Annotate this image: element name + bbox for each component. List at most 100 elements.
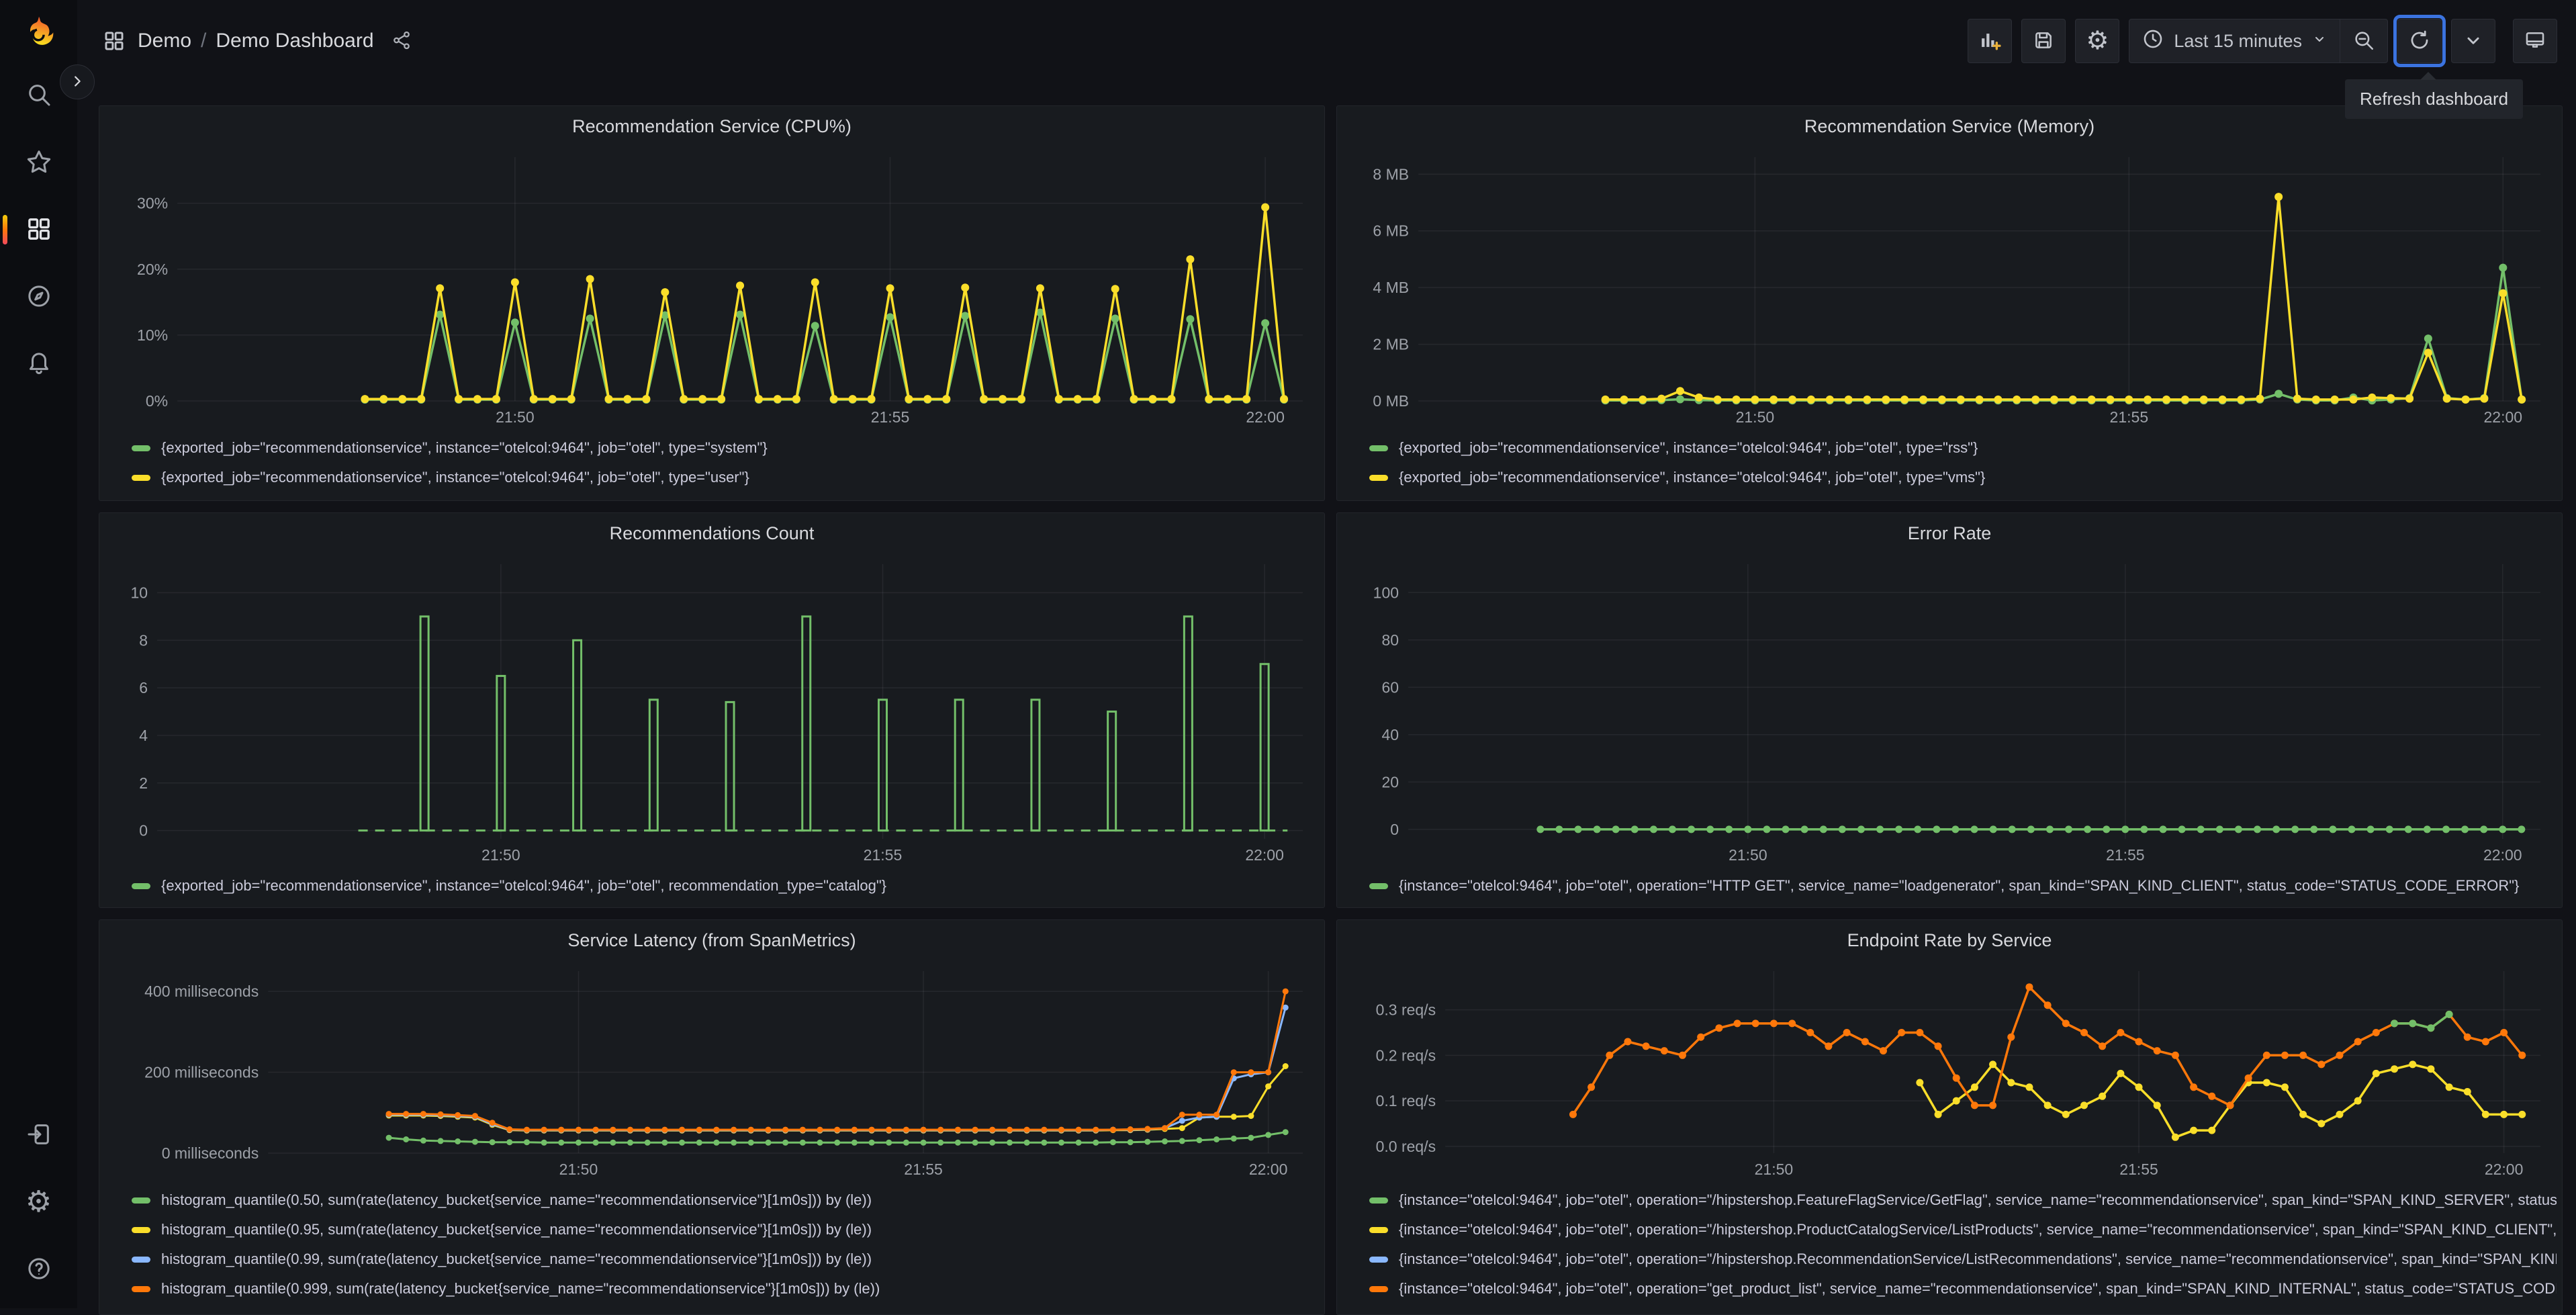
breadcrumb-page[interactable]: Demo Dashboard — [216, 30, 373, 52]
legend-swatch — [132, 445, 150, 451]
sidebar-item-configuration[interactable]: ⚙ — [17, 1181, 60, 1224]
legend-item[interactable]: {exported_job="recommendationservice", i… — [1369, 433, 2557, 463]
svg-text:21:55: 21:55 — [904, 1161, 943, 1178]
help-icon — [26, 1255, 52, 1284]
zoom-out-button[interactable] — [2340, 19, 2387, 62]
chevron-down-icon — [2462, 29, 2485, 54]
time-range-picker[interactable]: Last 15 minutes — [2129, 19, 2340, 62]
chart-area[interactable]: 21:50 21:55 22:00 0% 10% 20% 30% — [99, 145, 1324, 428]
grafana-logo[interactable] — [21, 15, 56, 50]
legend-item[interactable]: {instance="otelcol:9464", job="otel", op… — [1369, 871, 2557, 901]
legend-item[interactable]: {instance="otelcol:9464", job="otel", op… — [1369, 1215, 2557, 1244]
legend-item[interactable]: {instance="otelcol:9464", job="otel", op… — [1369, 1244, 2557, 1274]
cycle-view-mode-button[interactable] — [2513, 19, 2557, 63]
svg-text:10: 10 — [130, 584, 148, 602]
sidebar-expand-button[interactable] — [60, 64, 95, 99]
dashboard-settings-button[interactable]: ⚙ — [2075, 19, 2120, 63]
sidebar-item-search[interactable] — [17, 74, 60, 117]
chart-area[interactable]: 21:50 21:55 22:00 0 2 4 6 8 10 — [99, 552, 1324, 866]
svg-text:22:00: 22:00 — [1246, 408, 1285, 426]
svg-text:0 MB: 0 MB — [1373, 392, 1409, 410]
legend-item[interactable]: histogram_quantile(0.50, sum(rate(latenc… — [132, 1185, 1319, 1215]
sidebar-item-dashboards[interactable] — [2, 208, 60, 251]
legend-item[interactable]: histogram_quantile(0.95, sum(rate(latenc… — [132, 1215, 1319, 1244]
svg-text:22:00: 22:00 — [2483, 408, 2522, 426]
chart-area[interactable]: 21:50 21:55 22:00 0 20 40 60 80 100 — [1337, 552, 2562, 866]
chart-area[interactable]: 21:50 21:55 22:00 0 MB 2 MB 4 MB 6 MB 8 MB — [1337, 145, 2562, 428]
legend-swatch — [1369, 474, 1388, 481]
legend-item[interactable]: {exported_job="recommendationservice", i… — [132, 433, 1319, 463]
svg-text:21:50: 21:50 — [1729, 846, 1767, 864]
add-panel-icon — [1978, 29, 2001, 54]
legend-label: {instance="otelcol:9464", job="otel", op… — [1399, 1280, 2557, 1297]
save-icon — [2032, 29, 2055, 54]
legend-swatch — [1369, 1256, 1388, 1263]
svg-text:0.2 req/s: 0.2 req/s — [1376, 1046, 1436, 1064]
tooltip-text: Refresh dashboard — [2360, 89, 2509, 109]
refresh-interval-button[interactable] — [2451, 19, 2495, 63]
chart-area[interactable]: 21:50 21:55 22:00 0.0 req/s 0.1 req/s 0.2 req… — [1337, 959, 2562, 1180]
sign-in-icon — [26, 1121, 52, 1150]
breadcrumb-section[interactable]: Demo — [138, 30, 191, 52]
svg-text:21:55: 21:55 — [871, 408, 910, 426]
legend: histogram_quantile(0.50, sum(rate(latenc… — [99, 1185, 1324, 1304]
legend-swatch — [132, 1197, 150, 1204]
save-dashboard-button[interactable] — [2021, 19, 2066, 63]
legend: {exported_job="recommendationservice", i… — [99, 871, 1324, 901]
legend-label: histogram_quantile(0.50, sum(rate(latenc… — [161, 1191, 872, 1208]
add-panel-button[interactable] — [1968, 19, 2013, 63]
time-range-label: Last 15 minutes — [2174, 30, 2302, 51]
legend-label: histogram_quantile(0.999, sum(rate(laten… — [161, 1280, 880, 1297]
breadcrumb-separator: / — [201, 30, 207, 52]
svg-text:22:00: 22:00 — [2483, 846, 2522, 864]
legend-item[interactable]: {exported_job="recommendationservice", i… — [132, 871, 1319, 901]
breadcrumb: Demo / Demo Dashboard — [138, 30, 374, 52]
legend-item[interactable]: {exported_job="recommendationservice", i… — [132, 463, 1319, 492]
clock-icon — [2142, 28, 2164, 55]
sidebar-item-help[interactable] — [17, 1248, 60, 1291]
legend-swatch — [132, 1256, 150, 1263]
legend-item[interactable]: histogram_quantile(0.99, sum(rate(latenc… — [132, 1244, 1319, 1274]
legend-item[interactable]: {exported_job="recommendationservice", i… — [1369, 463, 2557, 492]
svg-text:4 MB: 4 MB — [1373, 279, 1409, 296]
panel-title[interactable]: Recommendations Count — [99, 513, 1324, 552]
panel-title[interactable]: Recommendation Service (CPU%) — [99, 106, 1324, 145]
compass-icon — [26, 283, 52, 312]
svg-text:20%: 20% — [137, 261, 168, 278]
legend-swatch — [132, 474, 150, 481]
svg-text:21:55: 21:55 — [2110, 408, 2149, 426]
sidebar-item-favorites[interactable] — [17, 141, 60, 184]
dashboard-grid: Recommendation Service (CPU%) 21:50 21:55… — [77, 82, 2576, 1315]
svg-text:21:50: 21:50 — [481, 846, 520, 864]
svg-text:2: 2 — [139, 774, 148, 792]
legend-item[interactable]: histogram_quantile(0.999, sum(rate(laten… — [132, 1274, 1319, 1304]
legend-swatch — [1369, 445, 1388, 451]
panel-title[interactable]: Error Rate — [1337, 513, 2562, 552]
svg-text:0: 0 — [139, 822, 148, 840]
panel-endpoint-rate: Endpoint Rate by Service 21:50 21:55 22:00… — [1336, 919, 2563, 1315]
chevron-right-icon — [70, 74, 85, 91]
svg-text:2 MB: 2 MB — [1373, 336, 1409, 353]
legend-swatch — [132, 882, 150, 889]
svg-text:21:55: 21:55 — [2119, 1161, 2158, 1178]
refresh-button[interactable] — [2393, 15, 2446, 67]
legend-swatch — [1369, 1226, 1388, 1233]
chart-area[interactable]: 21:50 21:55 22:00 0 milliseconds 200 millise… — [99, 959, 1324, 1180]
panel-title[interactable]: Endpoint Rate by Service — [1337, 920, 2562, 959]
svg-text:22:00: 22:00 — [1245, 846, 1284, 864]
svg-text:60: 60 — [1381, 678, 1399, 696]
sidebar-item-explore[interactable] — [17, 275, 60, 318]
legend-item[interactable]: {instance="otelcol:9464", job="otel", op… — [1369, 1185, 2557, 1215]
panel-recommendation-cpu: Recommendation Service (CPU%) 21:50 21:55… — [99, 105, 1325, 501]
star-icon — [26, 148, 52, 177]
legend-swatch — [132, 1285, 150, 1292]
panel-title[interactable]: Service Latency (from SpanMetrics) — [99, 920, 1324, 959]
svg-text:22:00: 22:00 — [2485, 1161, 2524, 1178]
share-button[interactable] — [387, 30, 416, 53]
sidebar-item-sign-in[interactable] — [17, 1114, 60, 1157]
legend-item[interactable]: {instance="otelcol:9464", job="otel", op… — [1369, 1274, 2557, 1304]
sidebar-item-alerting[interactable] — [17, 343, 60, 386]
svg-text:21:50: 21:50 — [559, 1161, 598, 1178]
legend-swatch — [1369, 1285, 1388, 1292]
svg-text:22:00: 22:00 — [1249, 1161, 1288, 1178]
